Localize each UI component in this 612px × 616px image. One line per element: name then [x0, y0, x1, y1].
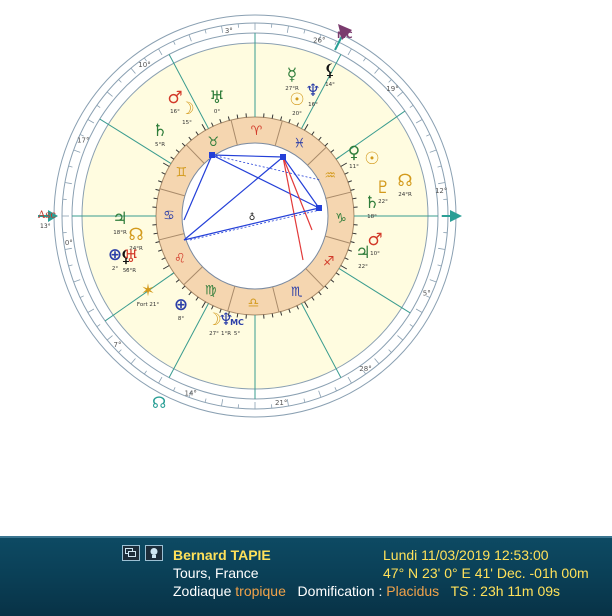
natal-chart-wheel[interactable]: ♈ ♉ ♊ ♋ ♌ ♍ ♎ ♏ ♐ ♑ ♒ ♓ 0° 7° 14° 21° 28° 5° 12° 19° 26° 3° 10… — [0, 0, 612, 536]
planet-glyph-mars2: ♂ — [367, 230, 382, 250]
astro-chart-area: ♈ ♉ ♊ ♋ ♌ ♍ ♎ ♏ ♐ ♑ ♒ ♓ 0° 7° 14° 21° 28° 5° 12° 19° 26° 3° 10… — [0, 0, 612, 536]
house-cusp-degree: 7° — [114, 341, 122, 349]
center-dot: ♁ — [249, 212, 256, 223]
house-cusp-degree: 12° — [435, 187, 447, 195]
zodiac-sign-glyph: ♐ — [323, 254, 335, 269]
planet-glyph-fortune: ✶ — [141, 281, 155, 301]
planet-glyph-saturn: ♄ — [152, 121, 167, 141]
ascendant-degree: 13° — [40, 223, 51, 230]
planet-glyph-sun: ☉ — [289, 90, 304, 110]
planet-degree-fortune: Fort 21° — [137, 302, 159, 308]
planet-degree-moon2: 27° — [209, 331, 219, 337]
zodiac-sign-glyph: ♈ — [251, 124, 263, 139]
zodiac-sign-glyph: ♎ — [248, 296, 260, 311]
planet-degree-venus: 11° — [349, 164, 359, 170]
planet-glyph-lilith: ⚸ — [324, 61, 336, 81]
sign-tick — [154, 233, 158, 234]
zodiac-sign-glyph: ♉ — [207, 135, 219, 150]
chart-datetime: Lundi 11/03/2019 12:53:00 — [383, 546, 549, 564]
sign-tick — [272, 313, 273, 317]
planet-degree-neptune: 16° — [308, 102, 318, 108]
planet-degree-node: 24°R — [398, 192, 412, 198]
ascendant-label: Asc — [37, 210, 56, 221]
planet-degree-mars2: 10° — [370, 251, 380, 257]
domification-label: Domification : — [298, 583, 383, 599]
chart-coordinates: 47° N 23' 0° E 41' Dec. -01h 00m — [383, 564, 589, 582]
planet-degree-saturn2: 18° — [367, 214, 377, 220]
planet-glyph-node: ☊ — [397, 171, 412, 191]
zodiac-label: Zodiaque — [173, 583, 231, 599]
house-cusp-degree: 14° — [184, 390, 196, 398]
aspect-node — [316, 205, 322, 211]
planet-glyph-saturn2: ♄ — [364, 193, 379, 213]
sign-tick — [237, 313, 238, 317]
house-cusp-degree: 10° — [138, 61, 150, 69]
house-cusp-degree: 21° — [275, 399, 287, 407]
planet-glyph-sun2: ☉ — [364, 149, 379, 169]
zodiac-sign-glyph: ♍ — [205, 284, 217, 299]
sign-tick — [154, 198, 158, 199]
aspect-node — [209, 152, 215, 158]
planet-degree-saturn: 5°R — [155, 142, 165, 148]
planet-glyph-jupiter2: ♃ — [112, 209, 127, 229]
planet-glyph-mercury: ☿ — [287, 65, 297, 85]
domification-value[interactable]: Placidus — [386, 583, 439, 599]
planet-glyph-vertex: ⊕ — [174, 295, 188, 315]
planet-degree-jupiter: 22° — [358, 264, 368, 270]
planet-glyph-venus: ♀ — [348, 143, 360, 163]
sign-tick — [352, 198, 356, 199]
info-bar: Bernard TAPIE Tours, France Zodiaque tro… — [0, 536, 612, 616]
sign-tick — [272, 115, 273, 119]
sign-tick — [237, 115, 238, 119]
house-cusp-degree: 19° — [386, 85, 398, 93]
sidereal-time: TS : 23h 11m 09s — [451, 583, 560, 599]
house-cusp-degree: 0° — [65, 239, 73, 247]
planet-glyph-uranus2: ♅ — [123, 247, 138, 267]
zodiac-sign-glyph: ♏ — [291, 285, 303, 300]
sign-tick — [352, 233, 356, 234]
planet-degree-lilith: 14° — [325, 82, 335, 88]
birth-place: Tours, France — [173, 564, 259, 582]
lightbulb-icon[interactable] — [145, 545, 163, 561]
planet-degree-neptune2: 1°R — [221, 331, 231, 337]
house-cusp-degree: 17° — [77, 137, 89, 145]
planet-degree-moon: 15° — [182, 120, 192, 126]
zodiac-sign-glyph: ♋ — [163, 208, 175, 223]
planet-glyph-node2: ☊ — [128, 225, 143, 245]
planet-degree-mc2: 5° — [234, 331, 240, 337]
planet-degree-uranus2: 6°R — [126, 268, 136, 274]
zodiac-value[interactable]: tropique — [235, 583, 286, 599]
house-cusp-degree: 3° — [225, 27, 233, 35]
zodiac-sign-glyph: ♊ — [175, 166, 187, 181]
ic-marker: ☊ — [152, 393, 166, 412]
house-cusp-degree: 5° — [423, 289, 431, 297]
planet-degree-sun: 20° — [292, 111, 302, 117]
planet-glyph-moon: ☽ — [179, 99, 194, 119]
zodiac-sign-glyph: ♑ — [335, 212, 347, 227]
planet-degree-vertex: 8° — [178, 316, 184, 322]
planet-degree-jupiter2: 18°R — [113, 230, 127, 236]
house-cusp-degree: 28° — [359, 365, 371, 373]
mc-label: MC — [337, 31, 353, 41]
planet-glyph-mc2: MC — [230, 318, 244, 327]
planet-glyph-uranus: ♅ — [209, 88, 224, 108]
house-cusp-degree: 26° — [313, 36, 325, 44]
person-name: Bernard TAPIE — [173, 546, 271, 564]
zodiac-sign-glyph: ♒ — [324, 168, 336, 183]
zodiac-sign-glyph: ♌ — [174, 252, 186, 267]
planet-degree-earth: 2° — [112, 266, 118, 272]
windows-icon[interactable] — [122, 545, 140, 561]
planet-degree-uranus: 0° — [214, 109, 220, 115]
planet-glyph-neptune: ♆ — [305, 81, 320, 101]
zodiac-sign-glyph: ♓ — [293, 136, 305, 151]
aspect-node — [280, 154, 286, 160]
zodiac-line: Zodiaque tropique Domification : Placidu… — [173, 582, 560, 600]
